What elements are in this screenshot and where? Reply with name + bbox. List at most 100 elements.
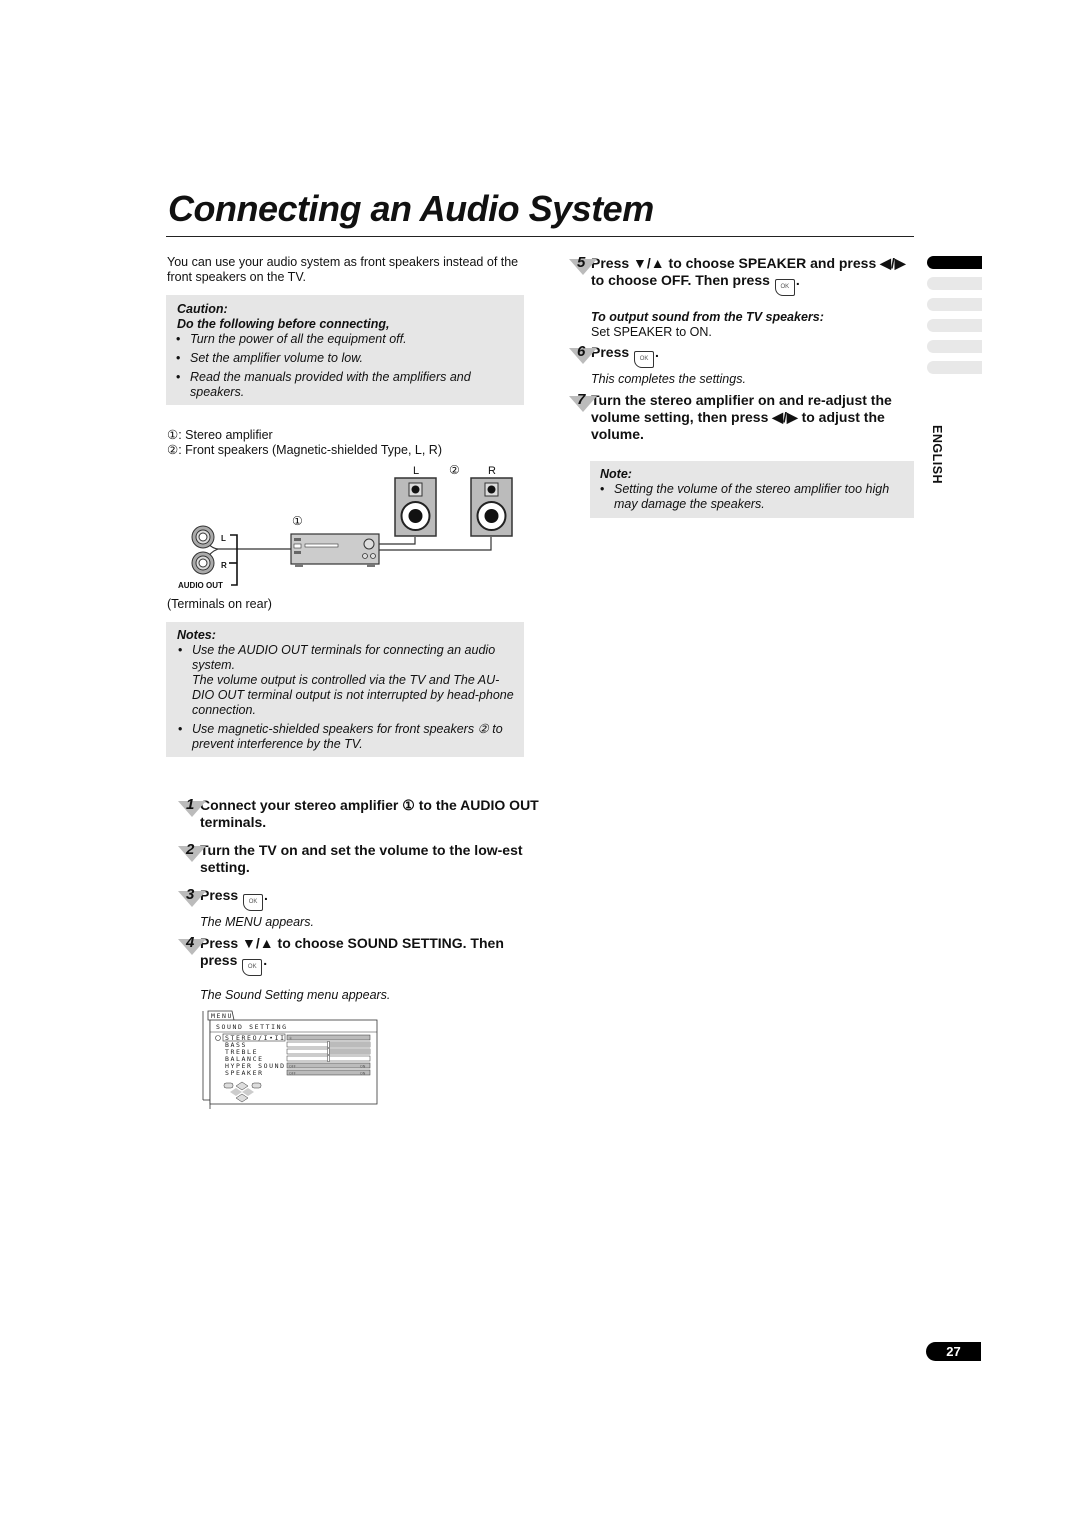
step-6: 6 Press OK. This completes the settings. <box>569 343 911 387</box>
audio-out-label: AUDIO OUT <box>178 581 223 590</box>
section-tab[interactable] <box>927 319 982 332</box>
menu-level-marker <box>327 1055 330 1062</box>
caution-item: • Read the manuals provided with the ampl… <box>176 370 471 399</box>
menu-value-text: ON <box>360 1064 366 1068</box>
note-box: Note: • Setting the volume of the stereo … <box>590 461 914 518</box>
menu-value-text: OFF <box>289 1064 296 1068</box>
language-label: ENGLISH <box>930 425 944 485</box>
caution-title: Caution: <box>177 302 228 316</box>
menu-level-fill <box>328 1049 370 1054</box>
step-note: The Sound Setting menu appears. <box>200 988 391 1002</box>
audio-out-jack-left <box>191 525 215 549</box>
step-2: 2 Turn the TV on and set the volume to t… <box>178 841 540 876</box>
step-1: 1 Connect your stereo amplifier ① to the… <box>178 796 540 831</box>
note-item-text: Setting the volume of the stereo amplifi… <box>614 482 890 511</box>
step-number: 4 <box>178 934 206 961</box>
notes-item-text: Use the AUDIO OUT terminals for connecti… <box>192 643 496 672</box>
legend-amplifier: ①: Stereo amplifier <box>167 428 273 442</box>
section-tab[interactable] <box>927 361 982 374</box>
step-number: 5 <box>569 254 597 281</box>
caution-item-text: Read the manuals provided with the ampli… <box>190 370 471 399</box>
menu-level-marker <box>327 1041 330 1048</box>
section-tab[interactable] <box>927 340 982 353</box>
caution-item-text: Turn the power of all the equipment off. <box>190 332 407 346</box>
notes-list: • Use the AUDIO OUT terminals for connec… <box>170 643 520 756</box>
audio-out-jack-right <box>191 551 215 575</box>
caution-item: • Set the amplifier volume to low. <box>176 351 363 365</box>
caution-list: • Turn the power of all the equipment off… <box>168 332 518 404</box>
section-tab[interactable] <box>927 298 982 311</box>
connection-diagram: L ② R ① L R AUDIO OUT <box>178 463 513 590</box>
menu-tab-label: MENU <box>211 1012 233 1020</box>
diagram-caption: (Terminals on rear) <box>167 597 272 611</box>
notes-item-text: The volume output is controlled via the … <box>192 673 514 717</box>
jack-bracket <box>230 534 238 586</box>
step-note: Set SPEAKER to ON. <box>591 325 712 339</box>
page-number: 27 <box>926 1342 981 1361</box>
step-text: Press OK. <box>200 887 540 911</box>
legend-speakers: ②: Front speakers (Magnetic-shielded Typ… <box>167 443 442 457</box>
section-tabs <box>927 256 982 382</box>
notes-item: • Use the AUDIO OUT terminals for connec… <box>170 643 520 718</box>
caution-item-text: Set the amplifier volume to low. <box>190 351 363 365</box>
step-text: Turn the stereo amplifier on and re-adju… <box>591 392 892 442</box>
note-heading: Note: <box>600 467 632 481</box>
ok-button-icon: OK <box>242 959 263 976</box>
note-item: • Setting the volume of the stereo amplif… <box>600 482 890 511</box>
step-number: 3 <box>178 886 206 913</box>
menu-value-bar <box>286 1069 371 1076</box>
diagram-legend: ①: Stereo amplifier ②: Front speakers (M… <box>167 428 442 458</box>
step-text: Press ▼/▲ to choose SOUND SETTING. Then … <box>200 935 540 976</box>
step-number: 6 <box>569 343 597 370</box>
ok-button-icon: OK <box>774 279 795 296</box>
caution-item: • Turn the power of all the equipment off… <box>176 332 407 346</box>
menu-level-marker <box>327 1048 330 1055</box>
speaker-right-label: R <box>488 465 496 477</box>
caution-heading: Caution: Do the following before connect… <box>177 302 390 332</box>
amplifier-marker: ① <box>292 514 303 528</box>
notes-item: • Use magnetic-shielded speakers for fron… <box>178 722 503 751</box>
section-tab[interactable] <box>927 277 982 290</box>
menu-value-bar <box>286 1034 371 1041</box>
ok-button-icon: OK <box>243 894 264 911</box>
step-3: 3 Press OK. The MENU appears. <box>178 886 540 930</box>
step-note: The MENU appears. <box>200 915 314 929</box>
sound-setting-menu-screen: MENU SOUND SETTING STEREO/I•II BASS TREB… <box>202 1010 378 1109</box>
menu-level-fill <box>328 1042 370 1047</box>
step-subheading: To output sound from the TV speakers: <box>591 310 824 324</box>
menu-value-text: ① <box>289 1036 292 1040</box>
step-5: 5 Press ▼/▲ to choose SPEAKER and press … <box>569 254 911 340</box>
title-divider <box>166 236 914 237</box>
notes-item-text: Use magnetic-shielded speakers for front… <box>192 722 503 751</box>
caution-subtitle: Do the following before connecting, <box>177 317 390 331</box>
jack-right-label: R <box>221 561 227 570</box>
step-4: 4 Press ▼/▲ to choose SOUND SETTING. The… <box>178 934 540 1003</box>
menu-value-text: OFF <box>289 1071 296 1075</box>
step-text: Press OK. <box>591 344 911 368</box>
speakers-marker: ② <box>449 463 460 477</box>
speaker-left-icon <box>394 477 437 537</box>
step-text: Press ▼/▲ to choose SPEAKER and press ◀/… <box>591 255 911 296</box>
step-note: This completes the settings. <box>591 372 746 386</box>
caution-box: Caution: Do the following before connect… <box>166 295 524 405</box>
menu-value-bar <box>286 1062 371 1069</box>
step-text: Connect your stereo amplifier ① to the A… <box>200 797 539 830</box>
notes-box: Notes: • Use the AUDIO OUT terminals for… <box>166 622 524 757</box>
step-text: Turn the TV on and set the volume to the… <box>200 842 523 875</box>
step-number: 2 <box>178 841 206 868</box>
amplifier-icon <box>290 533 380 567</box>
menu-title: SOUND SETTING <box>216 1023 288 1031</box>
menu-value-text: ON <box>360 1071 366 1075</box>
note-list: • Setting the volume of the stereo amplif… <box>592 482 910 512</box>
jack-left-label: L <box>221 534 226 543</box>
page-title: Connecting an Audio System <box>168 188 654 229</box>
step-number: 7 <box>569 391 597 418</box>
speaker-right-icon <box>470 477 513 537</box>
ok-button-icon: OK <box>634 351 655 368</box>
speaker-left-label: L <box>413 465 419 477</box>
intro-text: You can use your audio system as front s… <box>167 255 519 284</box>
step-7: 7 Turn the stereo amplifier on and re-ad… <box>569 391 913 443</box>
section-tab-active[interactable] <box>927 256 982 269</box>
notes-heading: Notes: <box>177 628 216 642</box>
menu-row-label: SPEAKER <box>225 1069 264 1077</box>
